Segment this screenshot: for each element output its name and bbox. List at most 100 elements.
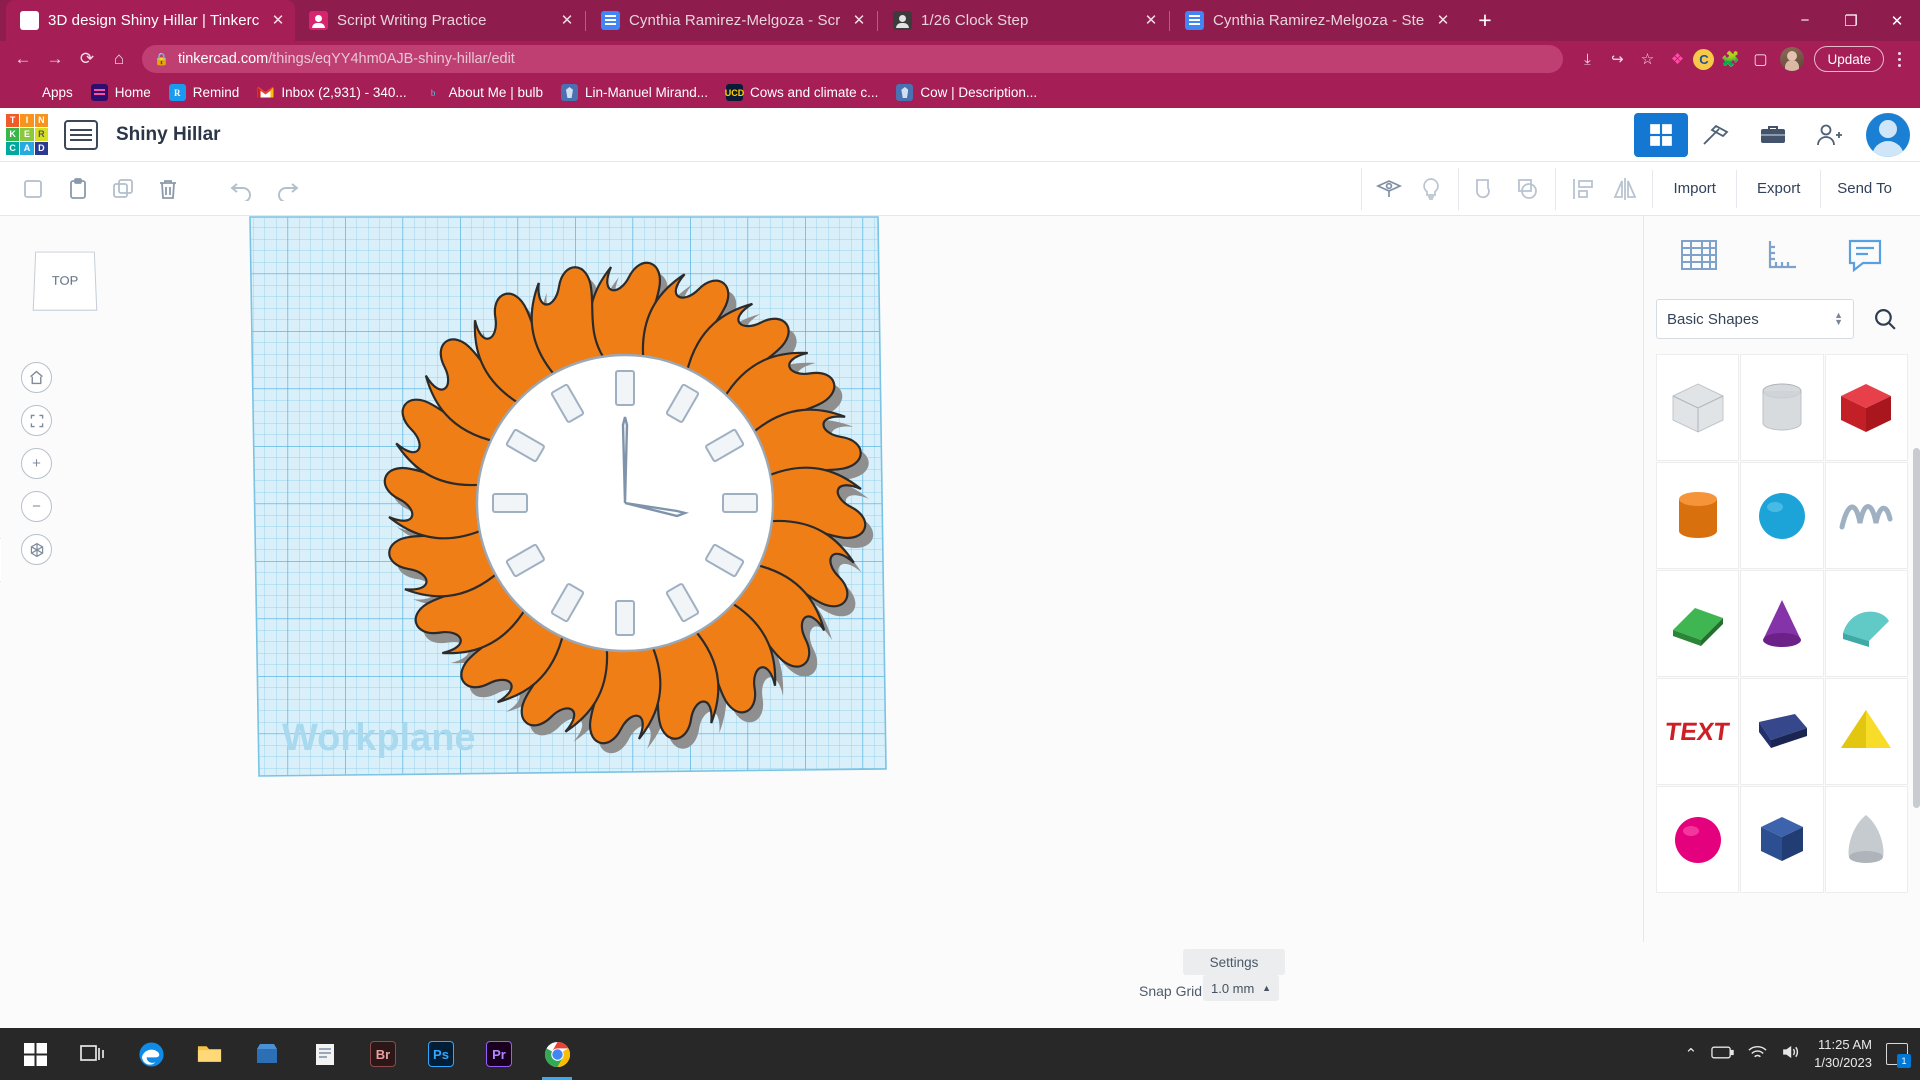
extension-square-icon[interactable]: ▢ — [1746, 45, 1774, 73]
notification-center-icon[interactable]: 1 — [1886, 1043, 1911, 1068]
invite-person-icon[interactable] — [1802, 113, 1856, 157]
bookmark-inbox[interactable]: Inbox (2,931) - 340... — [249, 81, 414, 104]
bookmark-about-me[interactable]: b About Me | bulb — [417, 81, 551, 104]
tab-close-icon[interactable]: ✕ — [1142, 12, 1160, 30]
tinkercad-home-logo[interactable]: T I N K E R C A D — [6, 113, 48, 156]
shape-scribble-gray[interactable] — [1824, 462, 1908, 569]
codeblocks-hammer-icon[interactable] — [1690, 113, 1744, 157]
edge-icon[interactable] — [122, 1028, 180, 1080]
briefcase-icon[interactable] — [1746, 113, 1800, 157]
settings-button[interactable]: Settings — [1183, 949, 1285, 975]
address-bar[interactable]: 🔒 tinkercad.com/things/eqYY4hm0AJB-shiny… — [142, 45, 1564, 73]
bookmark-cows-climate[interactable]: UCD Cows and climate c... — [718, 81, 886, 104]
copy-icon[interactable] — [12, 168, 54, 210]
ungroup-icon[interactable] — [1507, 168, 1549, 210]
ruler-tab-icon[interactable] — [1753, 230, 1811, 280]
shape-wedge-green[interactable] — [1656, 570, 1740, 677]
align-icon[interactable] — [1562, 168, 1604, 210]
tab-close-icon[interactable]: ✕ — [269, 12, 287, 30]
task-view-icon[interactable] — [64, 1028, 122, 1080]
avatar[interactable] — [1866, 112, 1910, 157]
taskbar-clock[interactable]: 11:25 AM 1/30/2023 — [1814, 1036, 1872, 1072]
import-button[interactable]: Import — [1652, 169, 1736, 208]
close-window-button[interactable]: ✕ — [1874, 0, 1920, 41]
chevron-up-icon[interactable]: ⌃ — [1685, 1045, 1698, 1063]
sun-clock-model[interactable]: Workplane — [0, 216, 1290, 942]
bookmark-cow-description[interactable]: Cow | Description... — [888, 81, 1045, 104]
notes-tab-icon[interactable] — [1836, 230, 1894, 280]
new-tab-button[interactable]: + — [1468, 4, 1502, 38]
shape-cylinder-transparent[interactable] — [1740, 354, 1824, 461]
tab-close-icon[interactable]: ✕ — [558, 12, 576, 30]
bookmark-star-icon[interactable]: ☆ — [1633, 45, 1661, 73]
note-lightbulb-icon[interactable] — [1410, 168, 1452, 210]
update-button[interactable]: Update — [1814, 46, 1884, 72]
panel-collapse-button[interactable]: ❯ — [0, 538, 1, 582]
bookmark-home[interactable]: Home — [83, 81, 159, 104]
file-explorer-icon[interactable] — [180, 1028, 238, 1080]
battery-icon[interactable] — [1711, 1046, 1734, 1063]
shape-box-blue[interactable] — [1740, 786, 1824, 893]
shape-category-select[interactable]: Basic Shapes ▲ ▼ — [1656, 299, 1854, 339]
design-canvas[interactable]: TOP + − Workplane — [0, 216, 1643, 942]
home-button[interactable]: ⌂ — [104, 44, 134, 74]
windows-start-icon[interactable] — [6, 1028, 64, 1080]
photoshop-icon[interactable]: Ps — [412, 1028, 470, 1080]
notepad-icon[interactable] — [296, 1028, 354, 1080]
chrome-icon[interactable] — [528, 1028, 586, 1080]
shape-box-transparent[interactable] — [1656, 354, 1740, 461]
project-menu-icon[interactable] — [64, 119, 98, 150]
shapes-tab-icon[interactable] — [1670, 230, 1728, 280]
forward-button[interactable]: → — [40, 44, 70, 74]
maximize-button[interactable]: ❐ — [1828, 0, 1874, 41]
shape-roof-teal[interactable] — [1824, 570, 1908, 677]
browser-tab-3[interactable]: 1/26 Clock Step ✕ — [879, 0, 1168, 41]
volume-icon[interactable] — [1781, 1044, 1800, 1064]
paste-icon[interactable] — [57, 168, 99, 210]
bridge-icon[interactable]: Br — [354, 1028, 412, 1080]
bookmark-apps[interactable]: Apps — [10, 81, 81, 104]
group-icon[interactable] — [1465, 168, 1507, 210]
duplicate-icon[interactable] — [102, 168, 144, 210]
snap-grid-select[interactable]: 1.0 mm ▲ — [1203, 975, 1279, 1001]
shape-box-red[interactable] — [1824, 354, 1908, 461]
tab-close-icon[interactable]: ✕ — [1434, 12, 1452, 30]
reload-button[interactable]: ⟳ — [72, 44, 102, 74]
kebab-menu-icon[interactable] — [1886, 45, 1912, 73]
search-icon[interactable] — [1862, 299, 1908, 339]
browser-tab-1[interactable]: Script Writing Practice ✕ — [295, 0, 584, 41]
browser-tab-0[interactable]: 3D design Shiny Hillar | Tinkercad ✕ — [6, 0, 295, 41]
shape-sphere-blue[interactable] — [1740, 462, 1824, 569]
back-button[interactable]: ← — [8, 44, 38, 74]
shape-cone-purple[interactable] — [1740, 570, 1824, 677]
premiere-icon[interactable]: Pr — [470, 1028, 528, 1080]
mirror-icon[interactable] — [1604, 168, 1646, 210]
extension-c-icon[interactable]: C — [1693, 48, 1715, 70]
shape-pyramid-navy[interactable] — [1740, 678, 1824, 785]
workplane-icon[interactable] — [1368, 168, 1410, 210]
shape-text-red[interactable]: TEXT — [1656, 678, 1740, 785]
download-icon[interactable]: ⤓ — [1573, 45, 1601, 73]
shape-cylinder-orange[interactable] — [1656, 462, 1740, 569]
extension-puzzle-icon[interactable]: 🧩 — [1716, 45, 1744, 73]
store-icon[interactable] — [238, 1028, 296, 1080]
send-to-button[interactable]: Send To — [1820, 169, 1908, 208]
shape-sphere-magenta[interactable] — [1656, 786, 1740, 893]
shape-paraboloid-gray[interactable] — [1824, 786, 1908, 893]
profile-avatar[interactable] — [1780, 47, 1805, 71]
shape-pyramid-yellow[interactable] — [1824, 678, 1908, 785]
browser-tab-2[interactable]: Cynthia Ramirez-Melgoza - Script ✕ — [587, 0, 876, 41]
delete-icon[interactable] — [147, 168, 189, 210]
wifi-icon[interactable] — [1748, 1045, 1767, 1064]
minimize-button[interactable]: − — [1782, 0, 1828, 41]
browser-tab-4[interactable]: Cynthia Ramirez-Melgoza - Steps ✕ — [1171, 0, 1460, 41]
share-icon[interactable]: ↪ — [1603, 45, 1631, 73]
export-button[interactable]: Export — [1736, 169, 1820, 208]
extension-pink-icon[interactable]: ❖ — [1663, 45, 1691, 73]
redo-icon[interactable] — [266, 168, 308, 210]
grid-view-icon[interactable] — [1634, 112, 1688, 157]
panel-scrollbar[interactable] — [1913, 448, 1920, 808]
bookmark-remind[interactable]: R Remind — [161, 81, 248, 104]
tab-close-icon[interactable]: ✕ — [850, 12, 868, 30]
undo-icon[interactable] — [221, 168, 263, 210]
